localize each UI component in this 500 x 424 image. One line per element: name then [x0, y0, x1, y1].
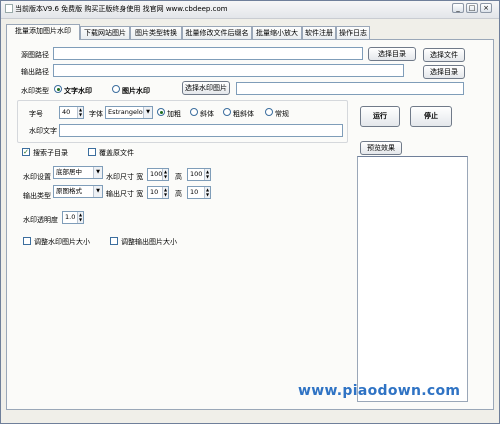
- preview-button[interactable]: 预览效果: [360, 141, 402, 155]
- font-size-label: 字号: [29, 110, 43, 118]
- chevron-down-icon[interactable]: ▼: [93, 167, 102, 178]
- opacity-label: 水印透明度: [23, 216, 58, 224]
- text-watermark-label: 文字水印: [64, 87, 92, 95]
- position-label: 水印设置: [23, 173, 51, 181]
- run-button[interactable]: 运行: [360, 106, 400, 127]
- search-subdirs-label: 搜索子目录: [33, 149, 68, 157]
- search-subdirs-checkbox[interactable]: ✓: [22, 148, 30, 156]
- spinner-arrows-icon[interactable]: ▲ ▼: [77, 107, 83, 118]
- output-type-label: 输出类型: [23, 192, 51, 200]
- wm-height-spinner[interactable]: 100 ▲ ▼: [187, 168, 211, 181]
- output-path-label: 输出路径: [21, 68, 49, 76]
- minimize-button[interactable]: _: [452, 3, 464, 13]
- wm-width-value: 100: [150, 170, 163, 178]
- font-size-value: 40: [62, 108, 71, 116]
- tab-rename-suffix[interactable]: 批量修改文件后缀名: [182, 26, 252, 39]
- out-width-value: 10: [150, 188, 159, 196]
- opacity-spinner[interactable]: 1.0 ▲ ▼: [62, 211, 84, 224]
- maximize-button[interactable]: □: [466, 3, 478, 13]
- select-output-dir-button[interactable]: 选择目录: [423, 65, 465, 79]
- tab-batch-watermark[interactable]: 批量添加图片水印: [6, 24, 80, 40]
- style-regular-radio[interactable]: [265, 108, 273, 116]
- watermark-type-label: 水印类型: [21, 87, 49, 95]
- app-icon: [5, 4, 13, 13]
- image-watermark-label: 图片水印: [122, 87, 150, 95]
- style-italic-radio[interactable]: [190, 108, 198, 116]
- out-height-value: 10: [190, 188, 199, 196]
- font-label: 字体: [89, 110, 103, 118]
- style-bold-italic-label: 粗斜体: [233, 110, 254, 118]
- out-height-label: 高: [175, 190, 182, 198]
- adjust-output-label: 调整输出图片大小: [121, 238, 177, 246]
- out-height-spinner[interactable]: 10 ▲ ▼: [187, 186, 211, 199]
- watermark-text-input[interactable]: [59, 124, 343, 137]
- style-bold-radio[interactable]: [157, 108, 165, 116]
- style-bold-label: 加粗: [167, 110, 181, 118]
- preview-area: [357, 156, 468, 402]
- select-source-dir-button[interactable]: 选择目录: [368, 47, 416, 61]
- tab-register[interactable]: 软件注册: [302, 26, 336, 39]
- spinner-arrows-icon[interactable]: ▲ ▼: [162, 169, 168, 180]
- output-path-input[interactable]: [53, 64, 404, 77]
- tab-log[interactable]: 操作日志: [336, 26, 370, 39]
- chevron-down-icon[interactable]: ▼: [93, 186, 102, 197]
- wm-height-label: 高: [175, 173, 182, 181]
- watermark-text-label: 水印文字: [29, 127, 57, 135]
- output-type-select[interactable]: 原图格式 ▼: [53, 185, 103, 198]
- spinner-arrows-icon[interactable]: ▲ ▼: [77, 212, 83, 223]
- site-watermark: www.piaodown.com: [298, 383, 461, 399]
- select-watermark-image-button[interactable]: 选择水印图片: [182, 81, 230, 95]
- tab-image-convert[interactable]: 图片类型转换: [130, 26, 182, 39]
- position-value: 底部居中: [56, 168, 82, 176]
- adjust-wm-checkbox[interactable]: [23, 237, 31, 245]
- adjust-wm-label: 调整水印图片大小: [34, 238, 90, 246]
- overwrite-checkbox[interactable]: [88, 148, 96, 156]
- select-file-button[interactable]: 选择文件: [423, 48, 465, 62]
- source-path-input[interactable]: [53, 47, 363, 60]
- font-select[interactable]: Estrangelo ▼: [105, 106, 153, 119]
- out-size-label: 输出尺寸 宽: [106, 190, 144, 198]
- style-bold-italic-radio[interactable]: [223, 108, 231, 116]
- source-path-label: 源图路径: [21, 51, 49, 59]
- spinner-arrows-icon[interactable]: ▲ ▼: [204, 187, 210, 198]
- spinner-arrows-icon[interactable]: ▲ ▼: [204, 169, 210, 180]
- watermark-image-path-input[interactable]: [236, 82, 464, 95]
- spinner-arrows-icon[interactable]: ▲ ▼: [162, 187, 168, 198]
- position-select[interactable]: 底部居中 ▼: [53, 166, 103, 179]
- output-type-value: 原图格式: [56, 187, 82, 195]
- overwrite-label: 覆盖原文件: [99, 149, 134, 157]
- style-regular-label: 常规: [275, 110, 289, 118]
- adjust-output-checkbox[interactable]: [110, 237, 118, 245]
- tab-resize[interactable]: 批量缩小放大: [252, 26, 302, 39]
- wm-size-label: 水印尺寸 宽: [106, 173, 144, 181]
- font-value: Estrangelo: [108, 108, 143, 116]
- window-title: 当前版本V9.6 免费版 购买正版终身使用 找官网 www.cbdeep.com: [15, 5, 228, 13]
- wm-height-value: 100: [190, 170, 203, 178]
- text-watermark-radio[interactable]: [54, 85, 62, 93]
- chevron-down-icon[interactable]: ▼: [143, 107, 152, 118]
- tab-download-images[interactable]: 下载网站图片: [80, 26, 130, 39]
- font-size-spinner[interactable]: 40 ▲ ▼: [59, 106, 84, 119]
- opacity-value: 1.0: [65, 213, 76, 221]
- out-width-spinner[interactable]: 10 ▲ ▼: [147, 186, 169, 199]
- style-italic-label: 斜体: [200, 110, 214, 118]
- close-button[interactable]: ×: [480, 3, 492, 13]
- stop-button[interactable]: 停止: [410, 106, 452, 127]
- image-watermark-radio[interactable]: [112, 85, 120, 93]
- wm-width-spinner[interactable]: 100 ▲ ▼: [147, 168, 169, 181]
